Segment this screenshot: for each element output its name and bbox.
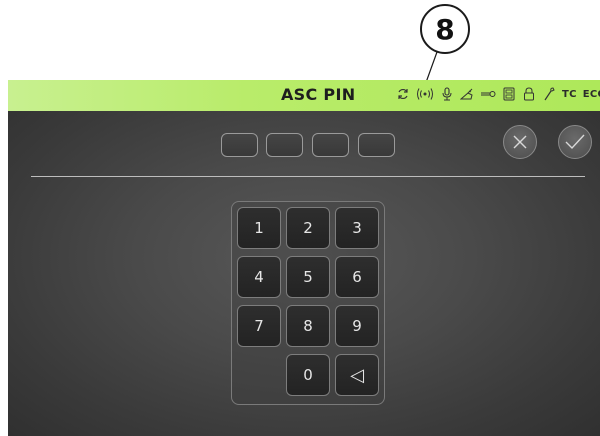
pin-digit-field-3[interactable] [312, 133, 349, 157]
key-4[interactable]: 4 [237, 256, 281, 298]
key-2[interactable]: 2 [286, 207, 330, 249]
key-6[interactable]: 6 [335, 256, 379, 298]
confirm-button[interactable] [558, 125, 592, 159]
key-8[interactable]: 8 [286, 305, 330, 347]
spray-icon [460, 88, 473, 100]
status-icon-bar: TC ECO [396, 87, 600, 101]
page-title: ASC PIN [281, 85, 356, 104]
close-icon [513, 135, 527, 149]
backspace-button[interactable]: ◁ [335, 354, 379, 396]
key-7[interactable]: 7 [237, 305, 281, 347]
pin-digit-field-1[interactable] [221, 133, 258, 157]
key-5[interactable]: 5 [286, 256, 330, 298]
backspace-icon: ◁ [350, 364, 364, 386]
wrench-icon [544, 87, 555, 101]
eco-label: ECO [582, 88, 600, 100]
wireless-icon [417, 88, 433, 100]
key-1[interactable]: 1 [237, 207, 281, 249]
numeric-keypad: 1 2 3 4 5 6 7 8 9 0 ◁ [231, 201, 385, 405]
key-3[interactable]: 3 [335, 207, 379, 249]
lock-icon [524, 87, 534, 101]
key-0[interactable]: 0 [286, 354, 330, 396]
key-9[interactable]: 9 [335, 305, 379, 347]
check-icon [565, 134, 585, 150]
microphone-icon [442, 87, 452, 101]
callout-number: 8 [435, 12, 455, 46]
key-icon [481, 91, 496, 97]
sync-icon [398, 88, 408, 100]
storage-icon [503, 87, 515, 101]
divider [31, 176, 585, 177]
tc-label: TC [562, 88, 577, 100]
pin-digit-field-2[interactable] [266, 133, 303, 157]
callout-number-badge: 8 [420, 4, 470, 54]
header-bar: ASC PIN TC EC [8, 80, 600, 111]
cancel-button[interactable] [503, 125, 537, 159]
pin-entry-panel: 1 2 3 4 5 6 7 8 9 0 ◁ [8, 111, 600, 436]
pin-digit-field-4[interactable] [358, 133, 395, 157]
